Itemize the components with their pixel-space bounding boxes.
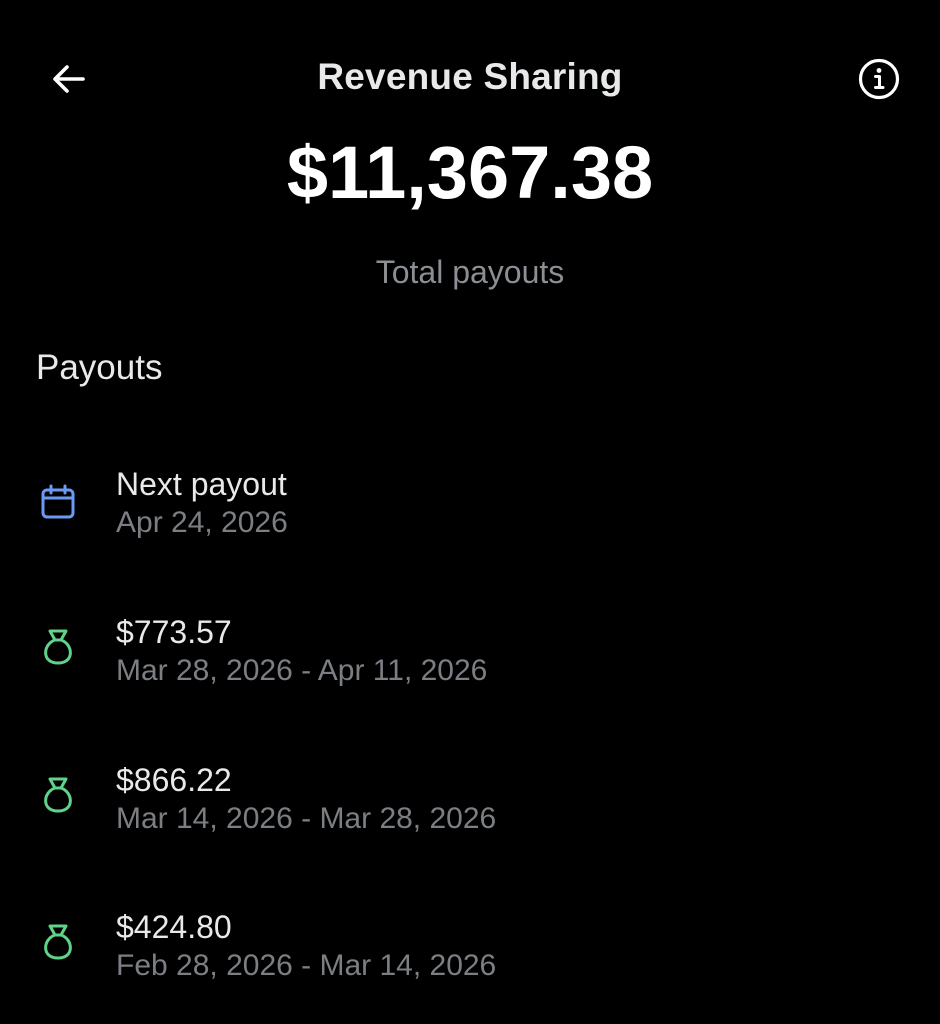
payout-row[interactable]: $424.80 Feb 28, 2026 - Mar 14, 2026	[0, 905, 940, 1001]
payout-period: Feb 28, 2026 - Mar 14, 2026	[116, 949, 497, 982]
next-payout-row[interactable]: Next payout Apr 24, 2026	[0, 462, 940, 558]
next-payout-label: Next payout	[116, 466, 287, 502]
payout-period: Mar 28, 2026 - Apr 11, 2026	[116, 654, 488, 687]
payout-period: Mar 14, 2026 - Mar 28, 2026	[116, 802, 497, 835]
money-bag-icon	[34, 624, 82, 672]
payout-amount: $773.57	[116, 614, 232, 650]
payout-row[interactable]: $866.22 Mar 14, 2026 - Mar 28, 2026	[0, 758, 940, 854]
payout-amount: $866.22	[116, 762, 232, 798]
page-title: Revenue Sharing	[317, 56, 623, 97]
payouts-heading: Payouts	[36, 348, 163, 387]
calendar-icon	[34, 478, 82, 526]
money-bag-icon	[34, 919, 82, 967]
money-bag-icon	[34, 772, 82, 820]
payout-row[interactable]: $773.57 Mar 28, 2026 - Apr 11, 2026	[0, 610, 940, 706]
total-payouts-label: Total payouts	[375, 254, 565, 290]
info-circle-icon	[858, 58, 900, 100]
total-payouts-amount: $11,367.38	[286, 131, 654, 214]
next-payout-date: Apr 24, 2026	[116, 506, 288, 539]
info-button[interactable]	[854, 54, 904, 104]
payout-amount: $424.80	[116, 909, 232, 945]
